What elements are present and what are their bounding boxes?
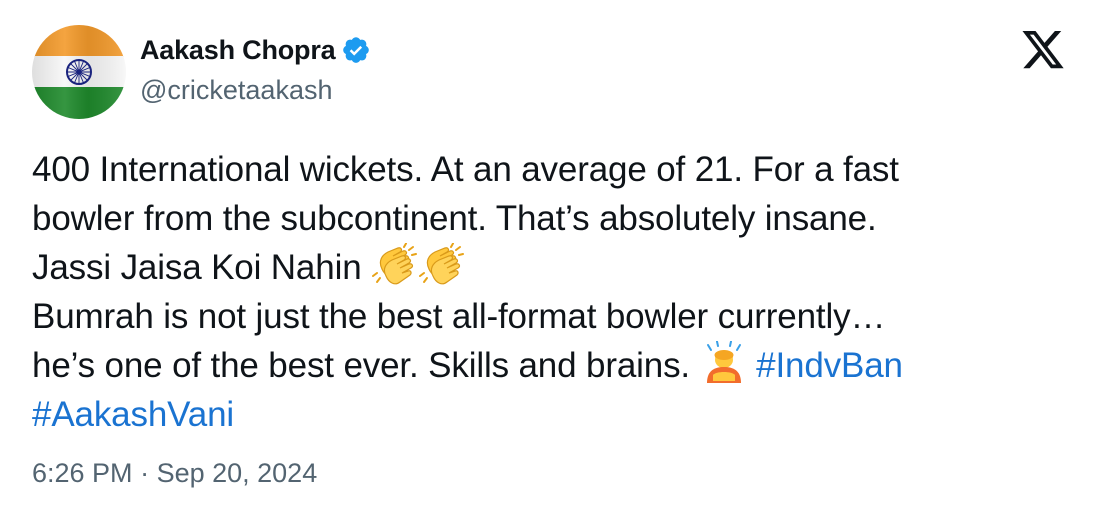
display-name[interactable]: Aakash Chopra (140, 35, 336, 66)
tweet-line-text: Jassi Jaisa Koi Nahin (32, 248, 372, 287)
verified-badge-icon[interactable] (341, 35, 371, 65)
timestamp-separator: · (132, 458, 157, 488)
india-flag-icon (32, 25, 126, 119)
tweet-line: he’s one of the best ever. Skills and br… (32, 340, 1072, 391)
tweet-line: 400 International wickets. At an average… (32, 150, 899, 189)
person-bowing-icon (701, 340, 747, 385)
name-row: Aakash Chopra (140, 34, 371, 66)
author-block: Aakash Chopra @cricketaakash (140, 34, 371, 106)
tweet-line: #AakashVani (32, 391, 1072, 440)
tweet-line-text: he’s one of the best ever. Skills and br… (32, 346, 700, 385)
tweet-text: 400 International wickets. At an average… (32, 146, 1072, 439)
x-logo-icon[interactable] (1020, 31, 1066, 73)
clapping-hands-icon (372, 242, 418, 287)
tweet-time[interactable]: 6:26 PM (32, 458, 133, 488)
tweet-line: Jassi Jaisa Koi Nahin (32, 242, 1072, 293)
timestamp: 6:26 PM · Sep 20, 2024 (32, 458, 317, 489)
hashtag-link[interactable]: #IndvBan (756, 346, 903, 385)
user-handle[interactable]: @cricketaakash (140, 75, 371, 106)
tweet-card: Aakash Chopra @cricketaakash 400 Interna… (0, 0, 1100, 520)
tweet-line: bowler from the subcontinent. That’s abs… (32, 198, 877, 238)
avatar[interactable] (32, 25, 126, 119)
clapping-hands-icon (419, 242, 465, 287)
tweet-date[interactable]: Sep 20, 2024 (157, 458, 318, 488)
tweet-line: Bumrah is not just the best all-format b… (32, 296, 886, 336)
hashtag-link[interactable]: #AakashVani (32, 395, 234, 434)
